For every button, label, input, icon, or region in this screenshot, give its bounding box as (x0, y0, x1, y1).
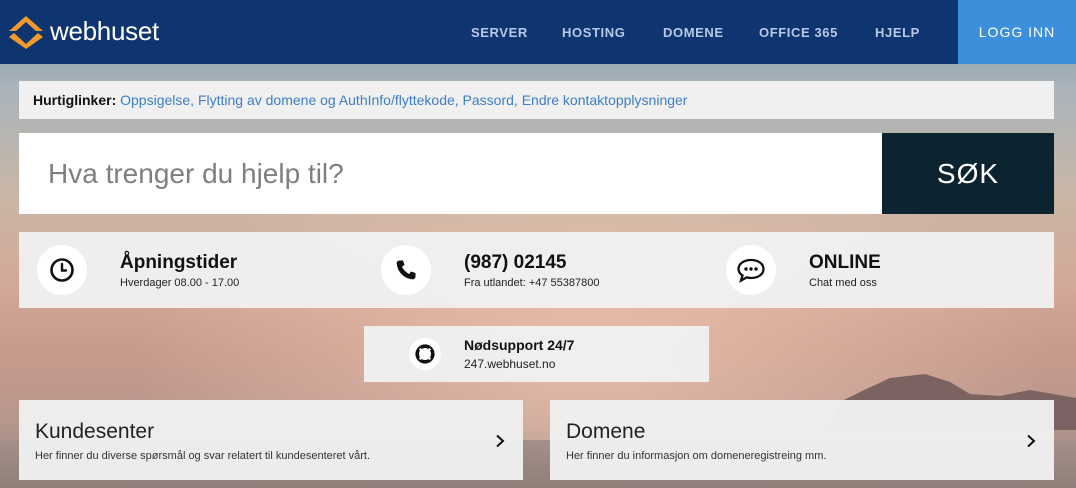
logo[interactable]: webhuset (6, 13, 159, 49)
card-kundesenter[interactable]: Kundesenter Her finner du diverse spørsm… (19, 400, 523, 480)
chevron-right-icon (496, 434, 505, 448)
quicklinks-links[interactable]: Oppsigelse, Flytting av domene og AuthIn… (120, 92, 687, 108)
chat-subtitle: Chat med oss (809, 276, 877, 289)
emergency-title: Nødsupport 24/7 (464, 337, 575, 353)
quicklinks-label: Hurtiglinker: (33, 92, 117, 108)
nav-item-domene[interactable]: DOMENE (663, 25, 724, 40)
nav-item-office365[interactable]: OFFICE 365 (759, 25, 838, 40)
opening-hours-title: Åpningstider (120, 251, 238, 273)
quicklinks-bar: Hurtiglinker: Oppsigelse, Flytting av do… (19, 81, 1054, 119)
site-header: webhuset SERVER HOSTING DOMENE OFFICE 36… (0, 0, 1076, 64)
online-title: ONLINE (809, 251, 881, 273)
nav-item-server[interactable]: SERVER (471, 25, 528, 40)
phone-number: (987) 02145 (464, 251, 567, 273)
opening-hours-subtitle: Hverdager 08.00 - 17.00 (120, 276, 240, 289)
card-subtitle: Her finner du informasjon om domeneregis… (566, 450, 827, 462)
login-button[interactable]: LOGG INN (958, 0, 1076, 64)
webhuset-logo-icon (9, 16, 43, 49)
contact-bar: Åpningstider Hverdager 08.00 - 17.00 (98… (19, 232, 1054, 308)
card-title: Domene (566, 420, 646, 443)
emergency-support[interactable]: Nødsupport 24/7 247.webhuset.no (364, 326, 709, 382)
phone-icon-circle (381, 245, 431, 295)
opening-hours: Åpningstider Hverdager 08.00 - 17.00 (37, 244, 239, 296)
emergency-url: 247.webhuset.no (464, 357, 556, 371)
online-chat[interactable]: ONLINE Chat med oss (726, 244, 881, 296)
logo-text: webhuset (50, 15, 159, 46)
search-input[interactable] (19, 133, 882, 214)
lifebuoy-icon-circle (409, 338, 441, 370)
phone-international: Fra utlandet: +47 55387800 (464, 276, 600, 289)
card-subtitle: Her finner du diverse spørsmål og svar r… (35, 450, 371, 462)
nav-item-hosting[interactable]: HOSTING (562, 25, 625, 40)
chat-icon-circle (726, 245, 776, 295)
clock-icon-circle (37, 245, 87, 295)
card-domene[interactable]: Domene Her finner du informasjon om dome… (550, 400, 1054, 480)
search-button[interactable]: SØK (882, 133, 1054, 214)
lifebuoy-icon (415, 344, 435, 364)
phone-contact[interactable]: (987) 02145 Fra utlandet: +47 55387800 (381, 244, 599, 296)
phone-icon (396, 260, 416, 280)
chat-icon (737, 258, 765, 283)
card-title: Kundesenter (35, 420, 155, 443)
chevron-right-icon (1027, 434, 1036, 448)
nav-item-hjelp[interactable]: HJELP (875, 25, 920, 40)
clock-icon (50, 258, 74, 282)
